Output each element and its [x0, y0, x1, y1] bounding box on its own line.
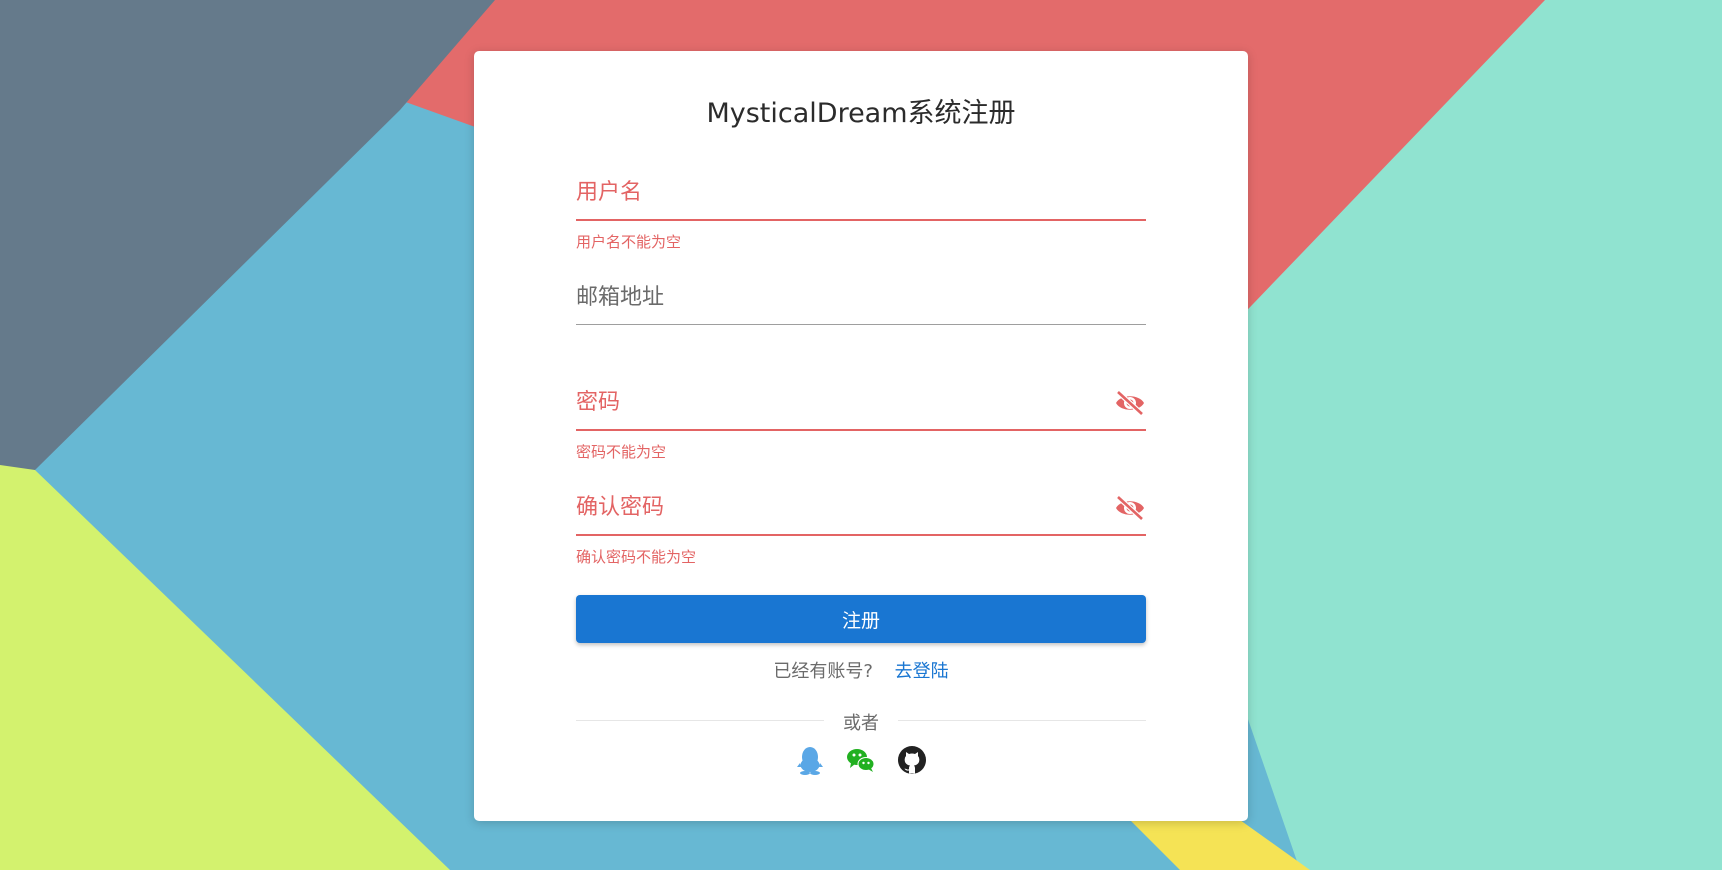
confirm-password-field[interactable]: 确认密码 确认密码不能为空 — [576, 494, 1146, 594]
divider-line-right — [898, 720, 1146, 721]
confirm-password-label: 确认密码 — [576, 495, 665, 520]
username-underline — [576, 219, 1146, 221]
wechat-icon[interactable] — [846, 745, 876, 775]
register-card: MysticalDream系统注册 用户名 用户名不能为空 邮箱地址 密码 密码… — [474, 51, 1248, 821]
github-icon[interactable] — [897, 745, 927, 775]
register-button[interactable]: 注册 — [576, 595, 1146, 643]
confirm-password-underline — [576, 534, 1146, 536]
email-underline — [576, 324, 1146, 325]
password-label: 密码 — [576, 390, 621, 415]
username-field[interactable]: 用户名 用户名不能为空 — [576, 179, 1146, 279]
password-field[interactable]: 密码 密码不能为空 — [576, 389, 1146, 489]
qq-icon[interactable] — [795, 745, 825, 775]
email-field[interactable]: 邮箱地址 — [576, 284, 1146, 364]
eye-off-icon[interactable] — [1114, 389, 1146, 417]
username-error: 用户名不能为空 — [576, 233, 682, 251]
username-label: 用户名 — [576, 180, 643, 205]
divider-text: 或者 — [843, 713, 879, 734]
login-prompt-text: 已经有账号? — [773, 661, 873, 682]
or-divider: 或者 — [576, 709, 1146, 734]
password-underline — [576, 429, 1146, 431]
go-login-link[interactable]: 去登陆 — [895, 661, 949, 682]
email-label: 邮箱地址 — [576, 285, 665, 310]
social-login — [474, 745, 1248, 775]
login-prompt: 已经有账号? 去登陆 — [474, 657, 1248, 683]
confirm-password-error: 确认密码不能为空 — [576, 548, 697, 566]
password-error: 密码不能为空 — [576, 443, 667, 461]
page-title: MysticalDream系统注册 — [706, 98, 1016, 129]
eye-off-icon[interactable] — [1114, 494, 1146, 522]
